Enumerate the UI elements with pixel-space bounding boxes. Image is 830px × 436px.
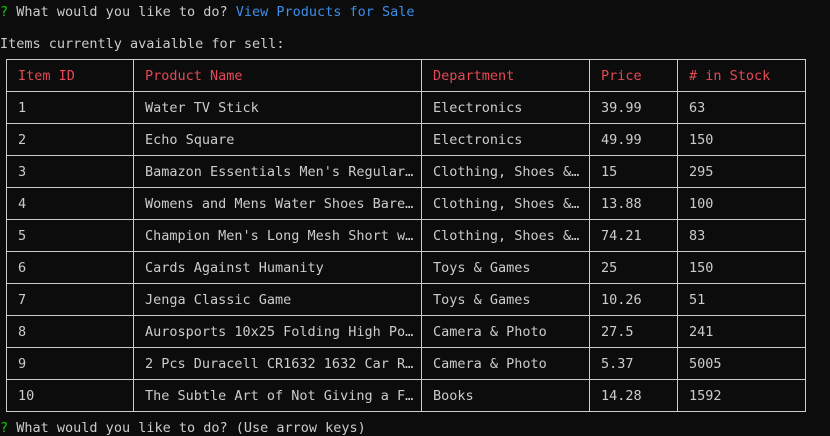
cell-price: 49.99: [589, 123, 678, 156]
cell-item-id: 2: [6, 123, 134, 156]
items-subtitle: Items currently avaialble for sell:: [0, 36, 285, 52]
cell-department: Books: [421, 379, 590, 412]
cell-price: 5.37: [589, 347, 678, 380]
table-row: 8 Aurosports 10x25 Folding High Po… Came…: [6, 315, 806, 348]
cell-item-id: 4: [6, 187, 134, 220]
cell-stock: 5005: [677, 347, 806, 380]
cell-department: Electronics: [421, 91, 590, 124]
products-table: Item ID Product Name Department Price # …: [6, 59, 806, 412]
table-row: 10 The Subtle Art of Not Giving a F… Boo…: [6, 379, 806, 412]
header-product-name: Product Name: [133, 59, 422, 92]
cell-price: 27.5: [589, 315, 678, 348]
cell-product-name: Womens and Mens Water Shoes Bare…: [133, 187, 422, 220]
cell-item-id: 1: [6, 91, 134, 124]
prompt-hint: (Use arrow keys): [235, 420, 366, 436]
header-stock: # in Stock: [677, 59, 806, 92]
cell-department: Camera & Photo: [421, 347, 590, 380]
prompt-line-1: ? What would you like to do? View Produc…: [0, 2, 415, 22]
table-row: 2 Echo Square Electronics 49.99 150: [6, 123, 806, 156]
table-row: 9 2 Pcs Duracell CR1632 1632 Car R… Came…: [6, 347, 806, 380]
header-item-id: Item ID: [6, 59, 134, 92]
prompt-line-2[interactable]: ? What would you like to do? (Use arrow …: [0, 418, 366, 436]
cell-item-id: 8: [6, 315, 134, 348]
cell-product-name: Echo Square: [133, 123, 422, 156]
cell-product-name: The Subtle Art of Not Giving a F…: [133, 379, 422, 412]
prompt-marker: ?: [0, 420, 9, 436]
prompt-question: What would you like to do?: [16, 420, 228, 436]
cell-department: Toys & Games: [421, 251, 590, 284]
header-department: Department: [421, 59, 590, 92]
cell-price: 39.99: [589, 91, 678, 124]
cell-stock: 150: [677, 251, 806, 284]
cell-price: 25: [589, 251, 678, 284]
prompt-marker: ?: [0, 4, 9, 20]
cell-stock: 100: [677, 187, 806, 220]
cell-department: Clothing, Shoes &…: [421, 187, 590, 220]
cell-item-id: 9: [6, 347, 134, 380]
cell-stock: 241: [677, 315, 806, 348]
table-row: 6 Cards Against Humanity Toys & Games 25…: [6, 251, 806, 284]
cell-stock: 63: [677, 91, 806, 124]
cell-product-name: Cards Against Humanity: [133, 251, 422, 284]
cell-product-name: Jenga Classic Game: [133, 283, 422, 316]
cell-stock: 150: [677, 123, 806, 156]
prompt-answer: View Products for Sale: [235, 4, 415, 20]
cell-product-name: Bamazon Essentials Men's Regular…: [133, 155, 422, 188]
cell-stock: 51: [677, 283, 806, 316]
cell-item-id: 3: [6, 155, 134, 188]
cell-stock: 1592: [677, 379, 806, 412]
table-header-row: Item ID Product Name Department Price # …: [6, 59, 806, 92]
cell-product-name: Water TV Stick: [133, 91, 422, 124]
table-row: 3 Bamazon Essentials Men's Regular… Clot…: [6, 155, 806, 188]
cell-item-id: 10: [6, 379, 134, 412]
cell-product-name: Champion Men's Long Mesh Short w…: [133, 219, 422, 252]
cell-item-id: 5: [6, 219, 134, 252]
terminal-window: ? What would you like to do? View Produc…: [0, 0, 830, 436]
table-row: 1 Water TV Stick Electronics 39.99 63: [6, 91, 806, 124]
cell-department: Clothing, Shoes &…: [421, 155, 590, 188]
table-row: 5 Champion Men's Long Mesh Short w… Clot…: [6, 219, 806, 252]
cell-price: 15: [589, 155, 678, 188]
cell-department: Camera & Photo: [421, 315, 590, 348]
prompt-question: What would you like to do?: [16, 4, 228, 20]
cell-item-id: 6: [6, 251, 134, 284]
cell-department: Electronics: [421, 123, 590, 156]
header-price: Price: [589, 59, 678, 92]
cell-department: Toys & Games: [421, 283, 590, 316]
cell-item-id: 7: [6, 283, 134, 316]
cell-price: 10.26: [589, 283, 678, 316]
table-row: 7 Jenga Classic Game Toys & Games 10.26 …: [6, 283, 806, 316]
table-row: 4 Womens and Mens Water Shoes Bare… Clot…: [6, 187, 806, 220]
cell-product-name: Aurosports 10x25 Folding High Po…: [133, 315, 422, 348]
cell-stock: 83: [677, 219, 806, 252]
cell-stock: 295: [677, 155, 806, 188]
cell-price: 14.28: [589, 379, 678, 412]
cell-price: 74.21: [589, 219, 678, 252]
cell-price: 13.88: [589, 187, 678, 220]
cell-department: Clothing, Shoes &…: [421, 219, 590, 252]
cell-product-name: 2 Pcs Duracell CR1632 1632 Car R…: [133, 347, 422, 380]
